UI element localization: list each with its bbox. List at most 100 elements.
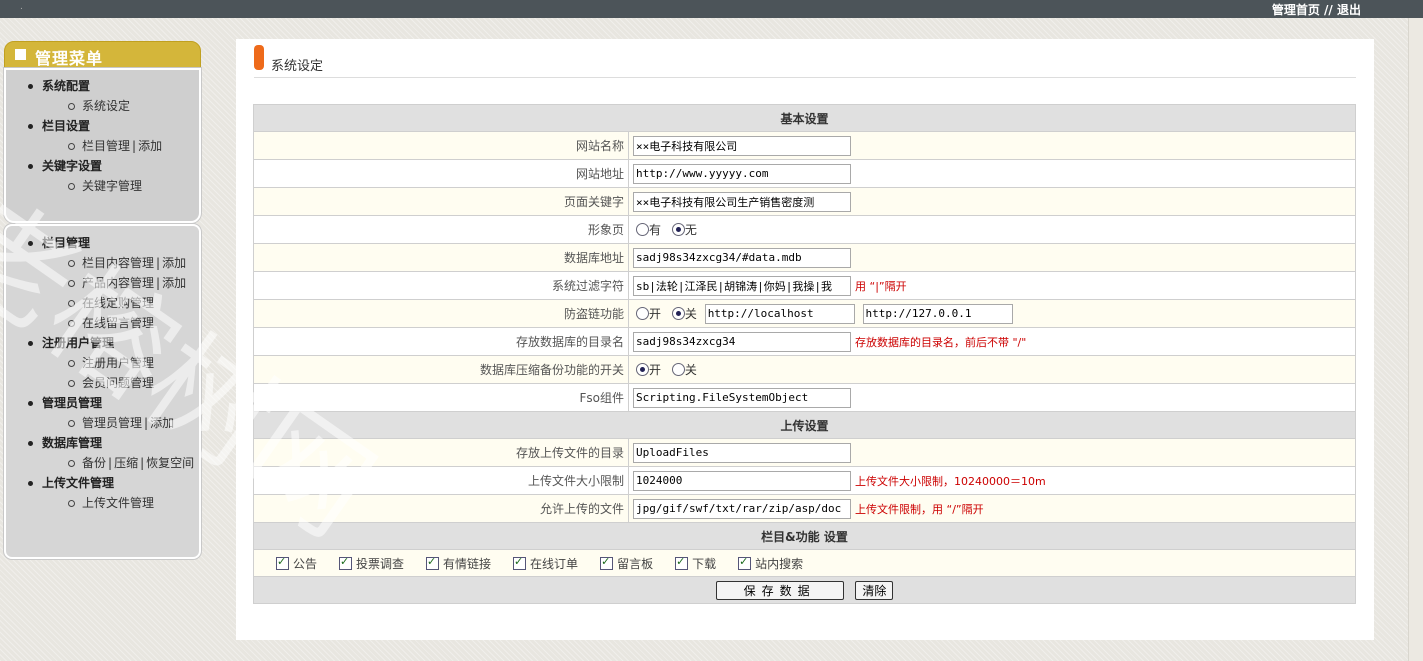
keywords-label: 页面关键字 (253, 187, 629, 216)
menu-item-separator: | (132, 139, 137, 153)
menu-link[interactable]: 压缩 (114, 456, 138, 470)
feature-label: 站内搜索 (755, 556, 804, 571)
logout-link[interactable]: 退出 (1337, 3, 1361, 17)
menu-group-label: 上传文件管理 (6, 473, 199, 493)
menu-group-label: 系统配置 (6, 76, 199, 96)
menu-item-separator: | (156, 276, 161, 290)
feature-label: 投票调查 (356, 556, 405, 571)
feature-checkbox[interactable] (339, 555, 353, 570)
feature-label: 公告 (293, 556, 318, 571)
keywords-input[interactable] (633, 191, 851, 212)
feature-checkbox[interactable] (513, 555, 527, 570)
feature-checkbox[interactable] (600, 555, 614, 570)
features-row: 公告 投票调查 有情链接 在线订单 留言板 下载 站内搜索 (252, 549, 1357, 577)
db-dir-input[interactable] (633, 331, 851, 352)
menu-link[interactable]: 关键字管理 (82, 179, 142, 193)
menu-item-separator: | (156, 256, 161, 270)
splash-label: 形象页 (253, 215, 629, 244)
menu-group-label: 栏目管理 (6, 233, 199, 253)
save-button[interactable]: 保存数据 (715, 580, 844, 600)
section-header-basic: 基本设置 (252, 104, 1357, 132)
filter-input[interactable] (633, 275, 851, 296)
menu-group: 关键字设置关键字管理 (6, 156, 199, 196)
menu-group: 栏目设置 栏目管理 | 添加 (6, 116, 199, 156)
menu-link[interactable]: 会员问题管理 (82, 376, 154, 390)
menu-link[interactable]: 添加 (138, 139, 162, 153)
splash-yes-radio[interactable] (636, 223, 649, 236)
title-divider (254, 77, 1356, 78)
menu-link[interactable]: 注册用户管理 (82, 356, 154, 370)
fso-input[interactable] (633, 387, 851, 408)
hotlink-on-radio[interactable] (636, 307, 649, 320)
hotlink-off-label: 关 (684, 307, 697, 321)
db-compress-label: 数据库压缩备份功能的开关 (253, 355, 629, 384)
menu-link[interactable]: 恢复空间 (146, 456, 194, 470)
upload-size-label: 上传文件大小限制 (253, 466, 629, 495)
menu-link[interactable]: 在线留言管理 (82, 316, 154, 330)
upload-dir-input[interactable] (633, 442, 851, 463)
menu-item: 在线留言管理 (6, 313, 199, 333)
db-compress-off-radio[interactable] (671, 363, 685, 376)
filter-label: 系统过滤字符 (253, 271, 629, 300)
site-url-label: 网站地址 (253, 159, 629, 188)
menu-link[interactable]: 栏目内容管理 (82, 256, 154, 270)
top-links: 管理首页 // 退出 (1272, 1, 1361, 18)
menu-box-system: 系统配置 系统设定 栏目设置 栏目管理 | 添加 关键字设置 关键字管理 (4, 68, 201, 223)
db-compress-off-label: 关 (684, 363, 697, 377)
menu-link[interactable]: 备份 (82, 456, 106, 470)
menu-link[interactable]: 产品内容管理 (82, 276, 154, 290)
feature-checkbox[interactable] (426, 555, 440, 570)
menu-group-label: 关键字设置 (6, 156, 199, 176)
feature-label: 有情链接 (443, 556, 492, 571)
menu-item: 管理员管理 | 添加 (6, 413, 199, 433)
menu-link[interactable]: 添加 (150, 416, 174, 430)
db-dir-note: 存放数据库的目录名，前后不带 "/" (855, 335, 1027, 349)
db-path-label: 数据库地址 (253, 243, 629, 272)
db-path-input[interactable] (633, 247, 851, 268)
menu-link[interactable]: 添加 (162, 256, 186, 270)
menu-title: 管理菜单 (4, 41, 201, 69)
upload-size-note: 上传文件大小限制，10240000＝10m (855, 474, 1046, 488)
menu-link[interactable]: 栏目管理 (82, 139, 130, 153)
menu-item: 栏目内容管理 | 添加 (6, 253, 199, 273)
db-compress-on-radio[interactable] (636, 363, 649, 376)
menu-item: 上传文件管理 (6, 493, 199, 513)
page-scrollbar[interactable] (1408, 18, 1423, 661)
splash-no-radio[interactable] (671, 223, 685, 236)
menu-item: 产品内容管理 | 添加 (6, 273, 199, 293)
upload-types-note: 上传文件限制，用 “/”隔开 (855, 502, 984, 516)
hotlink-url2-input[interactable] (862, 303, 1013, 324)
menu-group-label: 数据库管理 (6, 433, 199, 453)
main-panel: 系统设定 基本设置 网站名称 网站地址 页面关键字 形象页 有 无 数据库地址 (236, 39, 1374, 640)
feature-checkbox[interactable] (738, 555, 752, 570)
clear-button[interactable]: 清除 (855, 580, 894, 600)
settings-form: 基本设置 网站名称 网站地址 页面关键字 形象页 有 无 数据库地址 系统过滤字… (252, 104, 1357, 604)
menu-box-content: 栏目管理 栏目内容管理 | 添加 产品内容管理 | 添加 在线定购管理 在线留言管理 注册用户管理… (4, 224, 201, 559)
menu-link[interactable]: 管理员管理 (82, 416, 142, 430)
menu-item: 在线定购管理 (6, 293, 199, 313)
site-url-input[interactable] (633, 163, 851, 184)
hotlink-off-radio[interactable] (671, 307, 685, 320)
feature-label: 在线订单 (530, 556, 579, 571)
menu-link[interactable]: 添加 (162, 276, 186, 290)
site-name-input[interactable] (633, 135, 851, 156)
feature-checkbox[interactable] (675, 555, 689, 570)
menu-item: 栏目管理 | 添加 (6, 136, 199, 156)
menu-link[interactable]: 上传文件管理 (82, 496, 154, 510)
menu-group-label: 栏目设置 (6, 116, 199, 136)
db-compress-on-label: 开 (649, 363, 662, 377)
site-name-label: 网站名称 (253, 131, 629, 160)
admin-home-link[interactable]: 管理首页 (1272, 3, 1320, 17)
top-bar: . 管理首页 // 退出 (0, 0, 1423, 18)
menu-item: 会员问题管理 (6, 373, 199, 393)
menu-item-separator: | (140, 456, 145, 470)
menu-title-text: 管理菜单 (35, 49, 104, 68)
menu-link[interactable]: 系统设定 (82, 99, 130, 113)
upload-types-input[interactable] (633, 498, 851, 519)
menu-item: 注册用户管理 (6, 353, 199, 373)
hotlink-url1-input[interactable] (704, 303, 855, 324)
feature-checkbox[interactable] (276, 555, 289, 570)
top-link-separator: // (1324, 3, 1333, 17)
menu-link[interactable]: 在线定购管理 (82, 296, 154, 310)
upload-size-input[interactable] (633, 470, 851, 491)
